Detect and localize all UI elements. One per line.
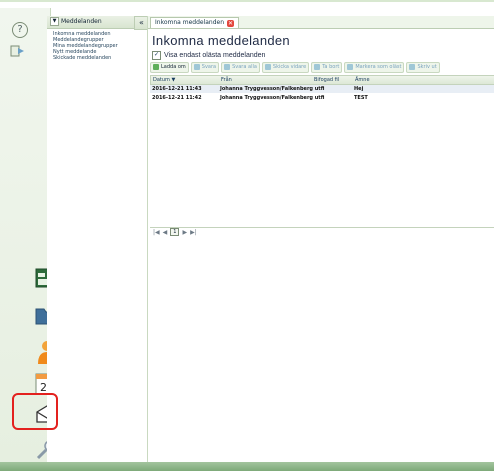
help-icon[interactable]: ? <box>12 22 28 38</box>
column-amne[interactable]: Ämne <box>355 77 370 83</box>
tab-label: Inkomna meddelanden <box>155 19 225 26</box>
forward-label: Skicka vidare <box>272 64 307 70</box>
table-row[interactable]: 2016-12-21 11:43 Johanna Tryggvesson/Fal… <box>150 85 494 93</box>
chevron-down-icon[interactable]: ▼ <box>50 17 59 26</box>
delete-button[interactable]: Ta bort <box>311 61 343 73</box>
reply-icon <box>193 64 200 70</box>
grid-header: Datum ▼ Från Bifogad fil Ämne <box>150 75 494 85</box>
cell-fran: Johanna Tryggvesson/Falkenberg utfi <box>220 95 325 101</box>
pager: |◀ ◀ 1 ▶ ▶| <box>150 227 494 236</box>
first-page-button[interactable]: |◀ <box>153 229 160 236</box>
nav-header-title: Meddelanden <box>61 18 102 25</box>
mark-unread-icon <box>347 64 354 70</box>
forward-icon <box>264 64 271 70</box>
mark-unread-label: Markera som oläst <box>355 64 402 70</box>
reply-all-button[interactable]: Svara alla <box>221 61 260 73</box>
nav-header: ▼ Meddelanden <box>47 16 137 29</box>
next-page-button[interactable]: ▶ <box>182 229 187 236</box>
highlight-frame <box>12 393 58 430</box>
unread-only-label: Visa endast olästa meddelanden <box>164 52 266 59</box>
column-fran[interactable]: Från <box>221 77 232 83</box>
page-title: Inkomna meddelanden <box>152 33 290 48</box>
unread-only-checkbox[interactable]: ✓ <box>152 51 161 60</box>
cell-datum: 2016-12-21 11:43 <box>152 86 202 92</box>
tab-bar: Inkomna meddelanden ✕ <box>148 16 494 29</box>
cell-amne: TEST <box>354 95 368 101</box>
filter-row: ✓ Visa endast olästa meddelanden <box>152 51 265 60</box>
last-page-button[interactable]: ▶| <box>190 229 197 236</box>
tab-inkomna[interactable]: Inkomna meddelanden ✕ <box>150 17 240 28</box>
toolbar: Ladda om Svara Svara alla Skicka vidare … <box>150 61 494 73</box>
application-window: ? ▼ Meddelanden Inkomna meddelanden Medd… <box>0 0 494 471</box>
page-number[interactable]: 1 <box>170 228 180 236</box>
reply-button[interactable]: Svara <box>190 61 220 73</box>
reload-button[interactable]: Ladda om <box>150 61 189 73</box>
delete-icon <box>314 64 321 70</box>
navigation-panel: ▼ Meddelanden Inkomna meddelanden Meddel… <box>47 16 137 462</box>
bottom-status-bar <box>0 462 494 471</box>
cell-fran: Johanna Tryggvesson/Falkenberg utfi <box>220 86 325 92</box>
message-grid: Datum ▼ Från Bifogad fil Ämne 2016-12-21… <box>150 75 494 215</box>
reply-label: Svara <box>201 64 217 70</box>
print-button[interactable]: Skriv ut <box>406 61 440 73</box>
cell-amne: Hej <box>354 86 364 92</box>
print-icon <box>409 64 416 70</box>
reload-label: Ladda om <box>161 64 186 70</box>
nav-list: Inkomna meddelanden Meddelandegrupper Mi… <box>53 31 118 61</box>
cell-datum: 2016-12-21 11:42 <box>152 95 202 101</box>
prev-page-button[interactable]: ◀ <box>163 229 168 236</box>
nav-item-skickade[interactable]: Skickade meddelanden <box>53 55 118 61</box>
reload-icon <box>153 64 159 70</box>
forward-button[interactable]: Skicka vidare <box>261 61 310 73</box>
table-row[interactable]: 2016-12-21 11:42 Johanna Tryggvesson/Fal… <box>150 94 494 102</box>
reply-all-label: Svara alla <box>232 64 257 70</box>
close-icon[interactable]: ✕ <box>227 19 235 27</box>
content-panel: Inkomna meddelanden ✕ Inkomna meddelande… <box>147 16 494 462</box>
delete-label: Ta bort <box>322 64 340 70</box>
print-label: Skriv ut <box>417 64 437 70</box>
column-datum[interactable]: Datum ▼ <box>153 77 175 83</box>
reply-all-icon <box>224 64 231 70</box>
top-accent-line <box>0 0 494 2</box>
expand-nav-icon[interactable] <box>10 43 26 57</box>
mark-unread-button[interactable]: Markera som oläst <box>344 61 405 73</box>
column-bifogad[interactable]: Bifogad fil <box>314 77 339 83</box>
